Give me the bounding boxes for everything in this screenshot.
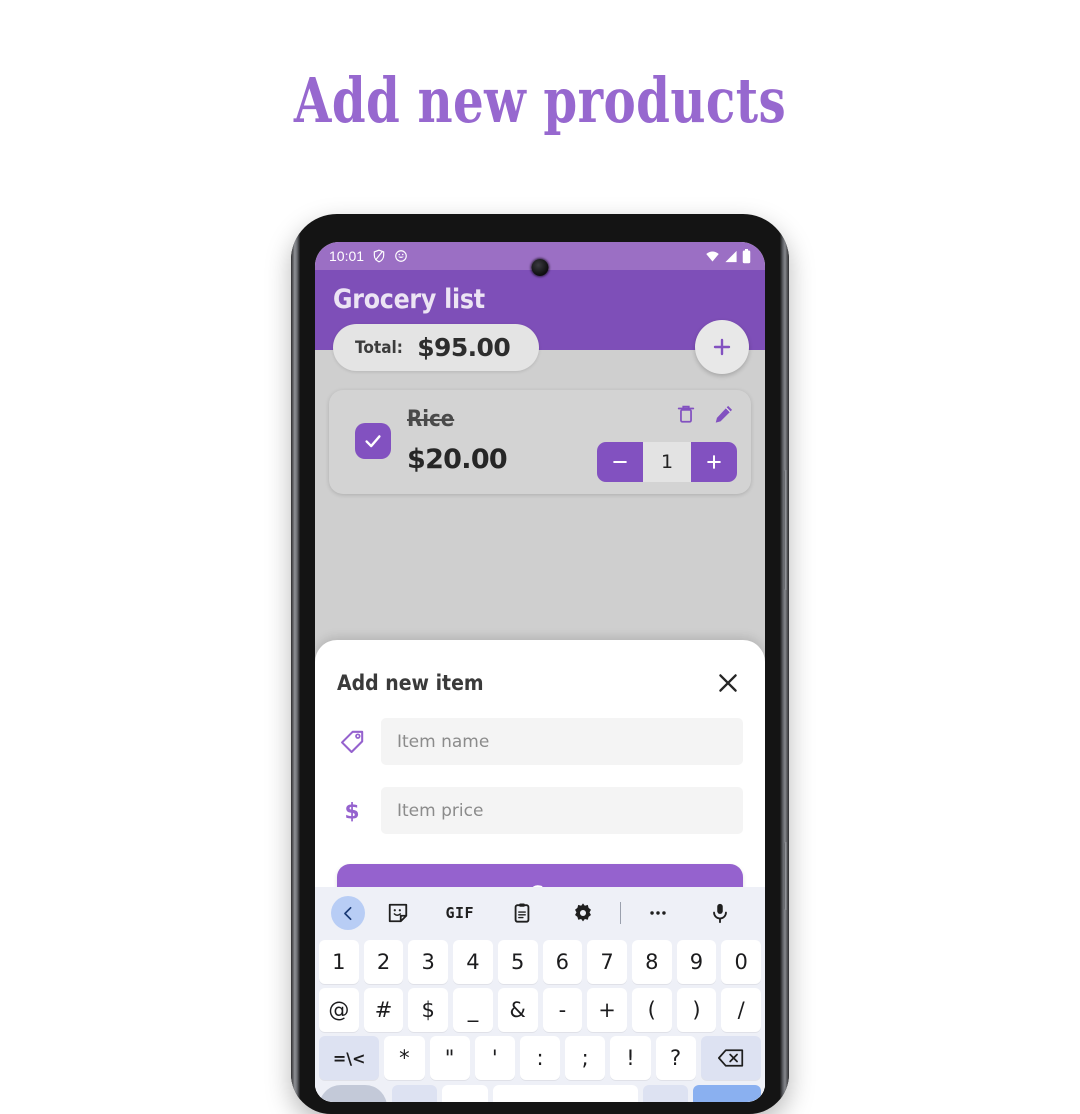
key[interactable]: 8	[631, 940, 672, 984]
key[interactable]: &	[497, 988, 538, 1032]
item-card-actions	[675, 403, 735, 430]
front-camera	[531, 259, 549, 276]
phone-frame: 10:01 Grocery list Total: $95.00 Rice $2…	[291, 214, 789, 1114]
face-icon	[394, 249, 408, 263]
key-emoji[interactable]	[442, 1085, 488, 1102]
key[interactable]: 4	[453, 940, 493, 984]
keyboard-row-numbers: 1 2 3 4 5 6 7 8 9 0	[315, 940, 765, 984]
gear-icon[interactable]	[552, 902, 614, 924]
key-comma[interactable]	[391, 1085, 438, 1102]
keyboard-row-symbols: @ # $ _ & - + ( ) /	[315, 988, 765, 1032]
page-title: Add new products	[293, 64, 787, 137]
key[interactable]: /	[721, 988, 762, 1032]
key[interactable]: '	[474, 1036, 515, 1080]
key[interactable]: ;	[565, 1036, 606, 1080]
add-item-fab[interactable]	[695, 320, 749, 374]
plus-icon	[707, 455, 721, 469]
status-time: 10:01	[329, 248, 365, 264]
key[interactable]: 5	[497, 940, 538, 984]
total-label: Total:	[355, 337, 403, 358]
dollar-icon: $	[337, 798, 367, 823]
quantity-decrement-button[interactable]	[597, 442, 643, 482]
more-icon[interactable]	[627, 902, 689, 924]
key[interactable]: *	[384, 1036, 425, 1080]
mic-icon[interactable]	[689, 902, 751, 924]
svg-text:$: $	[344, 799, 359, 823]
close-icon[interactable]	[715, 670, 741, 696]
keyboard-row-third: =\< * " ' : ; ! ?	[315, 1036, 765, 1080]
symbol-switch-key[interactable]: =\<	[319, 1036, 380, 1080]
quantity-stepper[interactable]: 1	[597, 442, 737, 482]
tag-icon	[337, 729, 367, 755]
sheet-title: Add new item	[337, 671, 484, 695]
key[interactable]: -	[542, 988, 583, 1032]
status-bar-right	[705, 248, 751, 264]
key[interactable]: (	[631, 988, 672, 1032]
quantity-increment-button[interactable]	[691, 442, 737, 482]
item-price-field-row: $ Item price	[315, 787, 765, 834]
app-title: Grocery list	[333, 284, 485, 315]
add-item-sheet: Add new item Item name $ Item price GIF …	[315, 640, 765, 1102]
key-period[interactable]	[642, 1085, 689, 1102]
key[interactable]: !	[610, 1036, 651, 1080]
key[interactable]: 1	[318, 940, 359, 984]
sticker-icon[interactable]	[367, 902, 429, 924]
total-chip: Total: $95.00	[333, 324, 539, 371]
edit-icon[interactable]	[713, 403, 735, 430]
back-icon	[331, 896, 365, 930]
gif-label: GIF	[445, 904, 475, 922]
keyboard-toolbar-divider	[620, 902, 622, 924]
wifi-icon	[705, 250, 720, 263]
key[interactable]: 9	[676, 940, 717, 984]
total-value: $95.00	[417, 333, 511, 362]
delete-icon[interactable]	[675, 403, 697, 430]
grocery-item-card[interactable]: Rice $20.00 1	[329, 390, 751, 494]
key[interactable]: $	[408, 988, 449, 1032]
item-price-input[interactable]: Item price	[381, 787, 743, 834]
item-name-field-row: Item name	[315, 718, 765, 765]
key[interactable]: @	[318, 988, 359, 1032]
key[interactable]: ?	[655, 1036, 696, 1080]
key[interactable]: :	[519, 1036, 561, 1080]
signal-icon	[724, 250, 738, 263]
power-button[interactable]	[784, 842, 788, 910]
phone-screen: 10:01 Grocery list Total: $95.00 Rice $2…	[315, 242, 765, 1102]
backspace-icon[interactable]	[700, 1036, 762, 1080]
key-abc[interactable]	[319, 1085, 387, 1102]
quantity-value: 1	[643, 442, 691, 482]
check-icon	[365, 435, 381, 448]
key[interactable]: 7	[587, 940, 627, 984]
item-price: $20.00	[407, 444, 508, 475]
minus-icon	[613, 461, 627, 463]
clipboard-icon[interactable]	[491, 902, 553, 924]
key[interactable]: 3	[408, 940, 449, 984]
item-checkbox[interactable]	[355, 423, 391, 459]
key[interactable]: 2	[363, 940, 404, 984]
volume-button[interactable]	[784, 470, 788, 590]
item-name-input[interactable]: Item name	[381, 718, 743, 765]
battery-icon	[742, 248, 751, 264]
key[interactable]: 6	[542, 940, 583, 984]
key[interactable]: +	[587, 988, 627, 1032]
key[interactable]: 0	[721, 940, 762, 984]
on-screen-keyboard: GIF 1 2 3 4 5 6 7 8 9 0 @ # $ _ & - + (…	[315, 887, 765, 1102]
app-content: Total: $95.00 Rice $20.00 1 Add new item…	[315, 320, 765, 1102]
phone-left-edge	[291, 214, 300, 1114]
phone-right-edge	[780, 214, 789, 1114]
key[interactable]: "	[429, 1036, 470, 1080]
key[interactable]: #	[363, 988, 404, 1032]
keyboard-toolbar: GIF	[315, 890, 765, 936]
gif-icon[interactable]: GIF	[429, 904, 491, 922]
keyboard-row-bottom	[315, 1085, 765, 1102]
plus-icon	[713, 338, 731, 356]
key-enter[interactable]	[693, 1085, 761, 1102]
status-bar-left: 10:01	[329, 248, 408, 264]
key[interactable]: _	[453, 988, 493, 1032]
keyboard-back-button[interactable]	[329, 896, 367, 930]
dnd-shield-icon	[372, 249, 386, 263]
item-name: Rice	[407, 407, 455, 432]
sheet-header: Add new item	[315, 640, 765, 696]
key[interactable]: )	[676, 988, 717, 1032]
key-space[interactable]	[492, 1085, 638, 1102]
